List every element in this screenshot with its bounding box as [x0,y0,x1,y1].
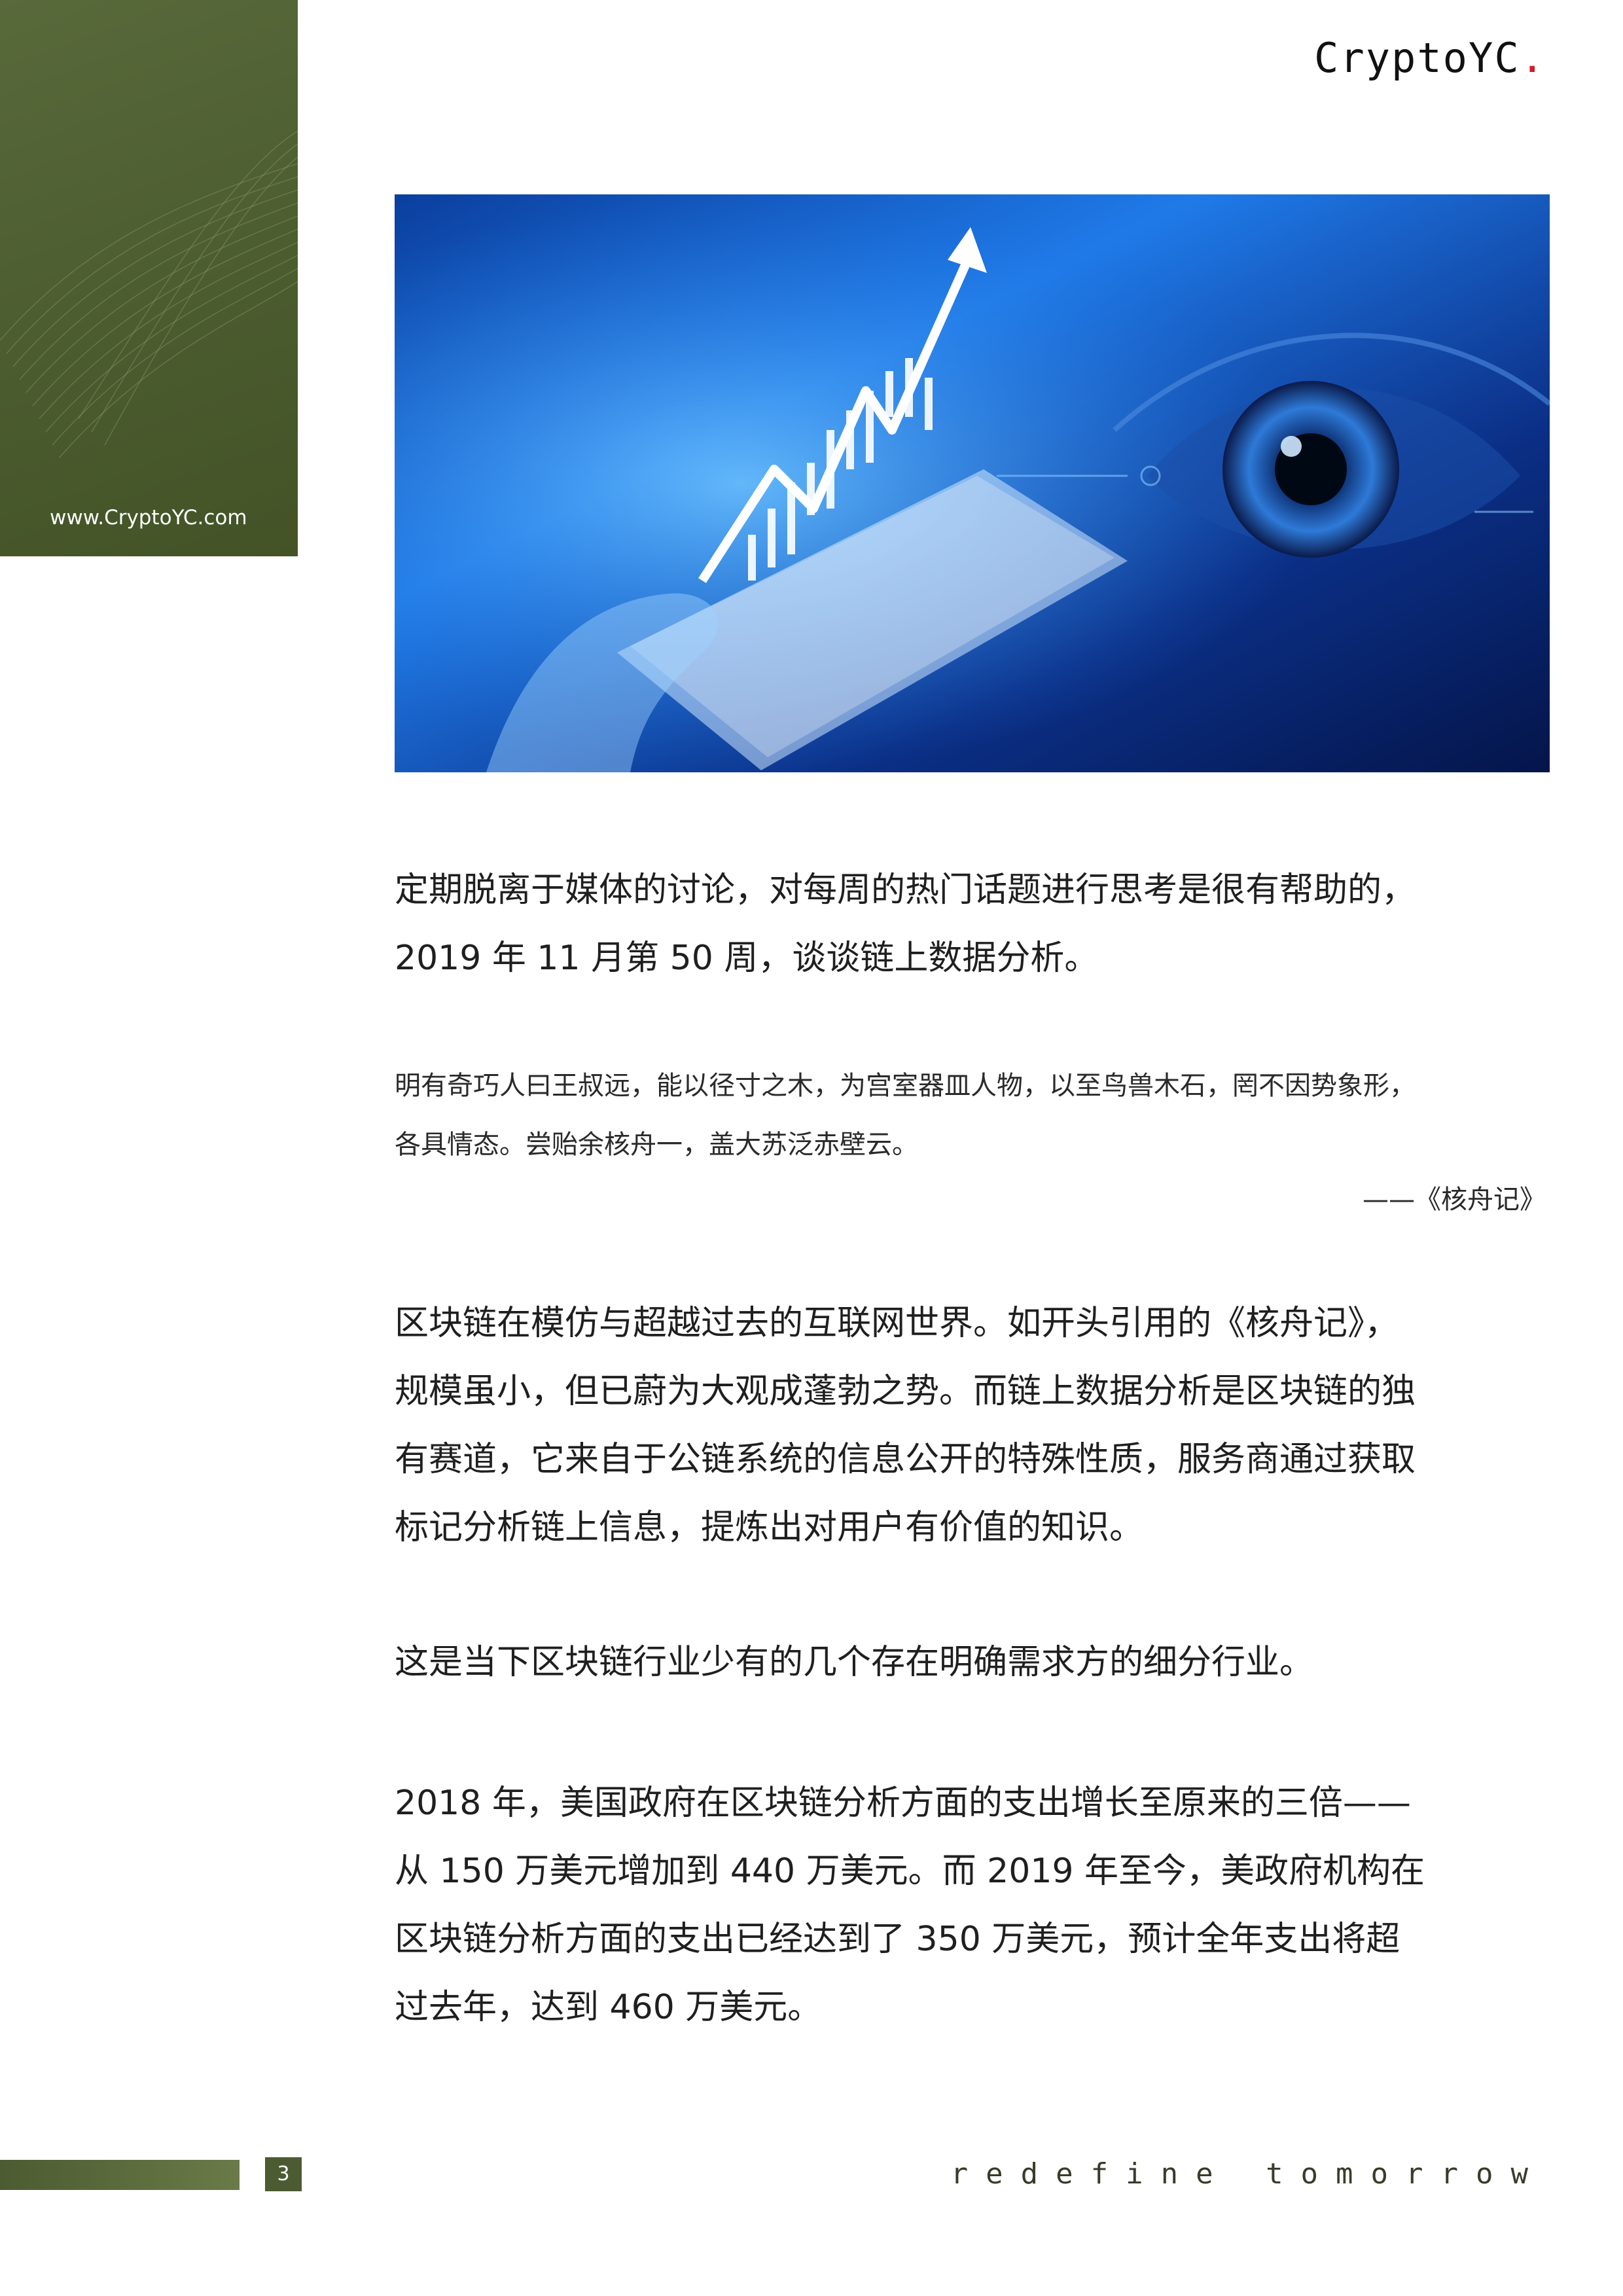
hero-image [395,194,1550,772]
brand-logo: CryptoYC. [1314,34,1546,82]
quote-source: ——《核舟记》 [1363,1185,1546,1215]
p3-line-2: 从 150 万美元增加到 440 万美元。而 2019 年至今，美政府机构在 [395,1852,1425,1891]
page-number: 3 [265,2157,302,2191]
body-paragraph-1: 区块链在模仿与超越过去的互联网世界。如开头引用的《核舟记》， 规模虽小，但已蔚为… [395,1289,1550,1562]
p3-line-4: 过去年，达到 460 万美元。 [395,1988,822,2027]
p1-line-1: 区块链在模仿与超越过去的互联网世界。如开头引用的《核舟记》， [395,1304,1399,1343]
website-url[interactable]: www.CryptoYC.com [50,506,247,529]
logo-text: CryptoYC [1314,34,1520,82]
side-banner: www.CryptoYC.com [0,0,298,556]
wave-pattern-icon [0,130,298,459]
body-paragraph-3: 2018 年，美国政府在区块链分析方面的支出增长至原来的三倍—— 从 150 万… [395,1769,1550,2041]
p3-line-3: 区块链分析方面的支出已经达到了 350 万美元，预计全年支出将超 [395,1920,1400,1959]
footer-bar [0,2160,240,2190]
quote-line-2: 各具情态。尝贻余核舟一，盖大苏泛赤壁云。 [395,1130,918,1160]
intro-line-1: 定期脱离于媒体的讨论，对每周的热门话题进行思考是很有帮助的， [395,870,1416,910]
p2-line-1: 这是当下区块链行业少有的几个存在明确需求方的细分行业。 [395,1643,1314,1682]
p1-line-3: 有赛道，它来自于公链系统的信息公开的特殊性质，服务商通过获取 [395,1440,1416,1479]
footer-tagline: redefine tomorrow [950,2157,1546,2191]
logo-dot: . [1520,34,1546,82]
p1-line-2: 规模虽小，但已蔚为大观成蓬勃之势。而链上数据分析是区块链的独 [395,1372,1416,1411]
quote-line-1: 明有奇巧人曰王叔远，能以径寸之木，为宫室器皿人物，以至鸟兽木石，罔不因势象形， [395,1071,1416,1101]
body-paragraph-2: 这是当下区块链行业少有的几个存在明确需求方的细分行业。 [395,1628,1550,1696]
intro-paragraph: 定期脱离于媒体的讨论，对每周的热门话题进行思考是很有帮助的， 2019 年 11… [395,856,1550,992]
quote-block: 明有奇巧人曰王叔远，能以径寸之木，为宫室器皿人物，以至鸟兽木石，罔不因势象形， … [395,1056,1550,1174]
p1-line-4: 标记分析链上信息，提炼出对用户有价值的知识。 [395,1508,1144,1547]
intro-line-2: 2019 年 11 月第 50 周，谈谈链上数据分析。 [395,939,1099,978]
p3-line-1: 2018 年，美国政府在区块链分析方面的支出增长至原来的三倍—— [395,1784,1411,1823]
